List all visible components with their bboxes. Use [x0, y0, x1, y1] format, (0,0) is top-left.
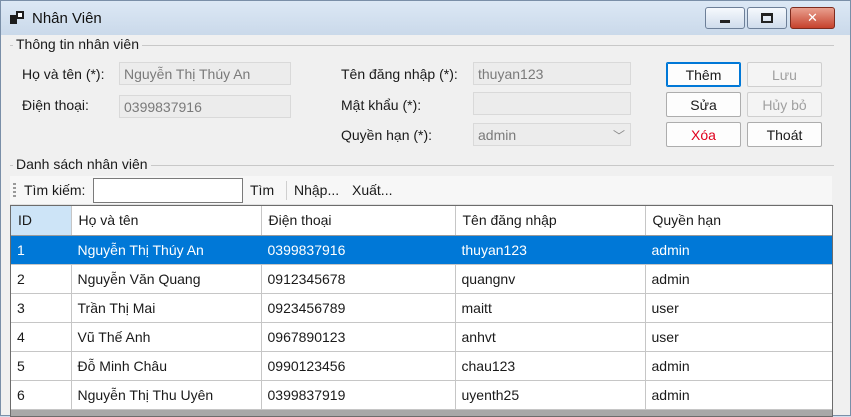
table-row[interactable]: 2 Nguyễn Văn Quang 0912345678 quangnv admin	[11, 264, 832, 294]
table-header-row: ID Họ và tên Điện thoại Tên đăng nhập Qu…	[11, 206, 832, 236]
employee-table[interactable]: ID Họ và tên Điện thoại Tên đăng nhập Qu…	[10, 205, 833, 417]
cell-phone[interactable]: 0912345678	[261, 264, 456, 294]
table-row[interactable]: 6 Nguyễn Thị Thu Uyên 0399837919 uyenth25 ad…	[11, 380, 832, 410]
cell-phone[interactable]: 0967890123	[261, 322, 456, 352]
cell-fullname[interactable]: Nguyễn Thị Thu Uyên	[71, 380, 262, 410]
toolbar: Tìm kiếm: Tìm Nhập... Xuất...	[10, 176, 832, 205]
export-button[interactable]: Xuất...	[352, 182, 392, 198]
search-input[interactable]	[93, 178, 243, 203]
list-group-title: Danh sách nhân viên	[13, 156, 151, 172]
toolbar-separator	[286, 181, 287, 200]
cell-fullname[interactable]: Đỗ Minh Châu	[71, 351, 262, 381]
username-label: Tên đăng nhập (*):	[341, 66, 458, 82]
cell-role[interactable]: admin	[645, 351, 832, 381]
maximize-button[interactable]	[747, 7, 787, 29]
cell-role[interactable]: admin	[645, 264, 832, 294]
cell-role[interactable]: admin	[645, 235, 832, 265]
column-header-phone[interactable]: Điện thoại	[261, 206, 456, 236]
toolbar-grip[interactable]	[13, 183, 16, 199]
cell-id[interactable]: 5	[11, 351, 72, 381]
add-button[interactable]: Thêm	[666, 62, 741, 87]
cell-username[interactable]: maitt	[455, 293, 646, 323]
cell-id[interactable]: 1	[11, 235, 72, 265]
cell-username[interactable]: anhvt	[455, 322, 646, 352]
password-label: Mật khẩu (*):	[341, 97, 422, 113]
save-button[interactable]: Lưu	[747, 62, 822, 87]
cell-username[interactable]: chau123	[455, 351, 646, 381]
minimize-icon	[720, 19, 730, 23]
table-row[interactable]: 5 Đỗ Minh Châu 0990123456 chau123 admin	[11, 351, 832, 381]
cell-role[interactable]: admin	[645, 380, 832, 410]
cell-fullname[interactable]: Nguyễn Thị Thúy An	[71, 235, 262, 265]
minimize-button[interactable]	[705, 7, 745, 29]
cell-fullname[interactable]: Trần Thị Mai	[71, 293, 262, 323]
cell-id[interactable]: 3	[11, 293, 72, 323]
username-field[interactable]: thuyan123	[473, 62, 631, 85]
column-header-role[interactable]: Quyền hạn	[645, 206, 832, 236]
employee-window: Nhân Viên ✕ Thông tin nhân viên Họ và tê…	[0, 0, 851, 417]
close-icon: ✕	[807, 10, 818, 25]
title-bar[interactable]: Nhân Viên ✕	[1, 1, 850, 35]
cell-fullname[interactable]: Vũ Thế Anh	[71, 322, 262, 352]
table-row[interactable]: 4 Vũ Thế Anh 0967890123 anhvt user	[11, 322, 832, 352]
cancel-button[interactable]: Hủy bỏ	[747, 92, 822, 117]
column-header-id[interactable]: ID	[11, 206, 72, 236]
cell-phone[interactable]: 0990123456	[261, 351, 456, 381]
role-label: Quyền hạn (*):	[341, 127, 433, 143]
cell-role[interactable]: user	[645, 293, 832, 323]
info-group-title: Thông tin nhân viên	[13, 36, 142, 52]
column-header-fullname[interactable]: Họ và tên	[71, 206, 262, 236]
column-header-username[interactable]: Tên đăng nhập	[455, 206, 646, 236]
exit-button[interactable]: Thoát	[747, 122, 822, 147]
maximize-icon	[761, 13, 773, 23]
cell-id[interactable]: 2	[11, 264, 72, 294]
password-field[interactable]	[473, 92, 631, 115]
edit-button[interactable]: Sửa	[666, 92, 741, 117]
fullname-label: Họ và tên (*):	[22, 66, 105, 82]
search-label: Tìm kiếm:	[24, 182, 86, 198]
cell-phone[interactable]: 0399837916	[261, 235, 456, 265]
chevron-down-icon[interactable]: ﹀	[613, 127, 625, 144]
phone-field[interactable]: 0399837916	[119, 95, 291, 118]
cell-id[interactable]: 6	[11, 380, 72, 410]
app-icon	[10, 11, 24, 25]
fullname-field[interactable]: Nguyễn Thị Thúy An	[119, 62, 291, 85]
import-button[interactable]: Nhập...	[294, 182, 339, 198]
find-button[interactable]: Tìm	[250, 182, 274, 198]
cell-username[interactable]: quangnv	[455, 264, 646, 294]
delete-button[interactable]: Xóa	[666, 122, 741, 147]
table-row[interactable]: 1 Nguyễn Thị Thúy An 0399837916 thuyan123 ad…	[11, 235, 832, 265]
cell-username[interactable]: uyenth25	[455, 380, 646, 410]
cell-phone[interactable]: 0399837919	[261, 380, 456, 410]
cell-id[interactable]: 4	[11, 322, 72, 352]
table-row[interactable]: 3 Trần Thị Mai 0923456789 maitt user	[11, 293, 832, 323]
phone-label: Điện thoại:	[22, 97, 89, 113]
role-select-value: admin	[478, 127, 517, 143]
window-title: Nhân Viên	[32, 10, 102, 27]
cell-role[interactable]: user	[645, 322, 832, 352]
close-button[interactable]: ✕	[790, 7, 835, 29]
cell-username[interactable]: thuyan123	[455, 235, 646, 265]
role-select[interactable]: admin ﹀	[473, 123, 631, 146]
cell-fullname[interactable]: Nguyễn Văn Quang	[71, 264, 262, 294]
cell-phone[interactable]: 0923456789	[261, 293, 456, 323]
